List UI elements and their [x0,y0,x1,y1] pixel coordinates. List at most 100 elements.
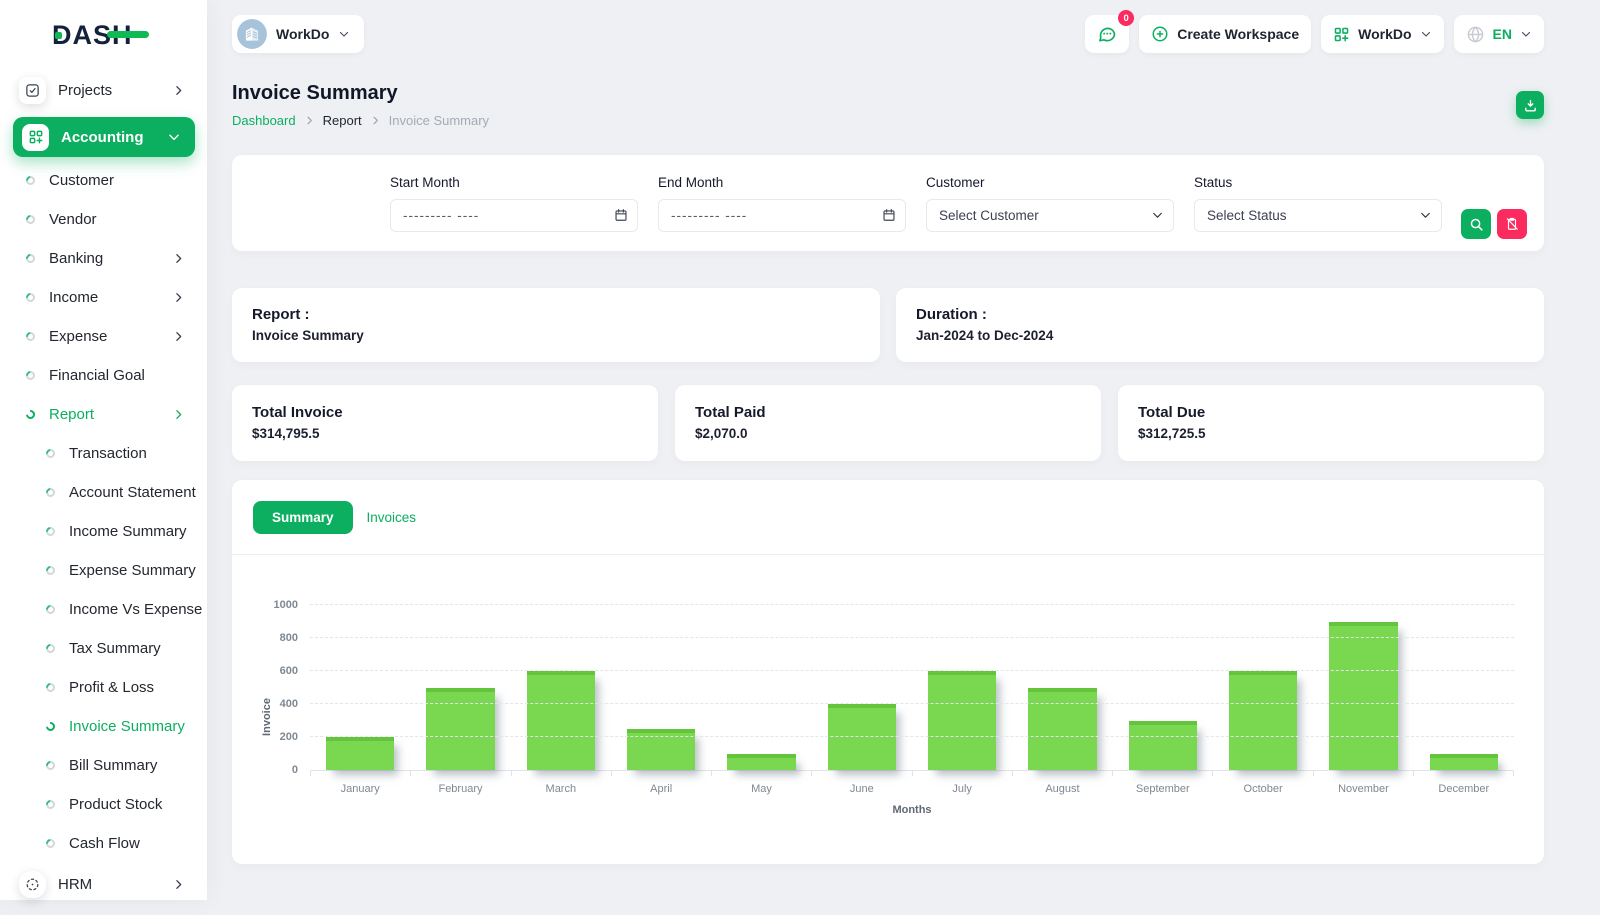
bar-september[interactable] [1128,720,1197,770]
duration-card: Duration : Jan-2024 to Dec-2024 [896,288,1544,362]
reset-filter-button[interactable] [1497,209,1527,239]
tab-summary[interactable]: Summary [253,501,353,534]
bar-april[interactable] [627,728,696,770]
bullet-icon [44,447,57,460]
workspace-chip[interactable]: WorkDo [232,15,365,53]
sidebar-item-label: Banking [49,250,104,267]
bar-december[interactable] [1429,753,1498,770]
page-title: Invoice Summary [232,82,398,104]
clear-filter-icon [1506,217,1518,230]
sidebar-item-hrm[interactable]: HRM [0,863,207,905]
axis-tick [1412,771,1414,776]
chevron-right-icon [172,84,185,97]
language-value: EN [1492,26,1512,42]
sidebar-item-product-stock[interactable]: Product Stock [0,785,207,824]
sidebar-item-profit-loss[interactable]: Profit & Loss [0,668,207,707]
sidebar-item-label: HRM [58,875,93,893]
sidebar-item-expense-summary[interactable]: Expense Summary [0,551,207,590]
bar-july[interactable] [928,671,997,770]
bar-slot [410,605,510,770]
bar-november[interactable] [1329,621,1398,770]
bar-january[interactable] [326,737,395,770]
bar-slot [812,605,912,770]
workspace-switcher[interactable]: WorkDo [1321,15,1444,53]
chevron-right-icon [370,115,381,126]
x-axis-tick-label: November [1338,783,1389,795]
gridline [310,703,1514,704]
y-axis-tick-label: 200 [279,731,298,743]
sidebar-item-label: Income Summary [69,523,187,540]
bar-march[interactable] [526,671,595,770]
search-button[interactable] [1461,209,1491,239]
topbar-actions: 0 Create Workspace WorkDo EN [1085,10,1544,53]
bar-october[interactable] [1229,671,1298,770]
sidebar-item-income-vs-expense[interactable]: Income Vs Expense [0,590,207,629]
start-month-input[interactable] [390,198,638,232]
bullet-icon [44,837,57,850]
chevron-right-icon [304,115,315,126]
x-axis-tick-label: January [340,783,380,795]
sidebar-item-income[interactable]: Income [0,278,207,317]
sidebar-item-label: Income Vs Expense [69,601,203,618]
checkbox-icon [19,76,46,104]
sidebar: DASH Projects Accounting Customer Vendor… [0,0,207,900]
bullet-icon [24,408,37,421]
invoice-bar-chart: Invoice 0 200 400 600 800 1000 January Februar… [261,599,1514,816]
bar-slot [711,605,811,770]
sidebar-item-projects[interactable]: Projects [0,69,207,111]
chevron-down-icon [1521,31,1531,37]
download-button[interactable] [1516,91,1544,119]
sidebar-item-report[interactable]: Report [0,395,207,434]
sidebar-item-cash-flow[interactable]: Cash Flow [0,824,207,863]
bullet-icon [24,213,37,226]
sidebar-item-customer[interactable]: Customer [0,161,207,200]
sidebar-item-income-summary[interactable]: Income Summary [0,512,207,551]
customer-select[interactable]: Select Customer [926,198,1174,232]
sidebar-item-accounting[interactable]: Accounting [13,117,195,157]
sidebar-item-expense[interactable]: Expense [0,317,207,356]
sidebar-item-bill-summary[interactable]: Bill Summary [0,746,207,785]
tab-invoices[interactable]: Invoices [367,510,417,525]
accounting-submenu: Customer Vendor Banking Income Expense Financ… [0,161,207,863]
bullet-icon [44,486,57,499]
x-axis-tick-label: July [952,783,972,795]
axis-tick [811,771,813,776]
customer-field: Customer Select Customer [926,175,1174,232]
x-axis-tick-label: February [438,783,483,795]
end-month-field: End Month [658,175,906,232]
x-axis-tick-label: August [1045,783,1080,795]
breadcrumb-dashboard[interactable]: Dashboard [232,113,296,128]
messages-button[interactable]: 0 [1085,10,1135,53]
sidebar-item-vendor[interactable]: Vendor [0,200,207,239]
axis-tick [410,771,412,776]
bar-slot [1113,605,1213,770]
language-selector[interactable]: EN [1453,15,1544,53]
sidebar-item-label: Customer [49,172,115,189]
total-value: $314,795.5 [252,426,320,441]
app-logo[interactable]: DASH [0,0,207,61]
sidebar-item-label: Expense Summary [69,562,196,579]
sidebar-item-invoice-summary[interactable]: Invoice Summary [0,707,207,746]
sidebar-item-label: Cash Flow [69,835,140,852]
sidebar-item-financial-goal[interactable]: Financial Goal [0,356,207,395]
workspace-switcher-label: WorkDo [1358,26,1412,42]
sidebar-item-tax-summary[interactable]: Tax Summary [0,629,207,668]
report-label: Report : [252,306,310,323]
chevron-right-icon [172,330,185,343]
sidebar-item-transaction[interactable]: Transaction [0,434,207,473]
breadcrumb-report[interactable]: Report [323,113,362,128]
bar-slot [1012,605,1112,770]
x-axis-tick-label: December [1438,783,1490,795]
bar-slot [1213,605,1313,770]
bullet-icon [44,798,57,811]
status-select[interactable]: Select Status [1194,198,1442,232]
create-workspace-button[interactable]: Create Workspace [1139,15,1312,53]
end-month-input[interactable] [658,198,906,232]
bar-february[interactable] [426,687,495,770]
bar-august[interactable] [1028,687,1097,770]
sidebar-item-banking[interactable]: Banking [0,239,207,278]
sidebar-item-account-statement[interactable]: Account Statement [0,473,207,512]
bar-may[interactable] [727,753,796,770]
gridline [310,604,1514,605]
bar-june[interactable] [827,704,896,770]
